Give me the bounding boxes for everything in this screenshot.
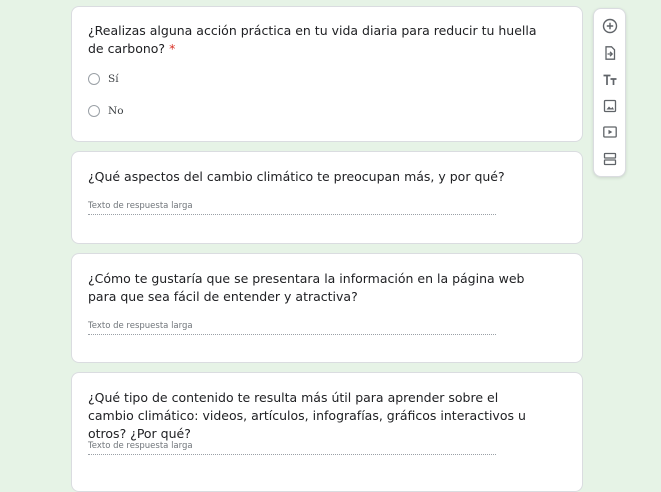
- question-card-climate-concerns[interactable]: ¿Qué aspectos del cambio climático te pr…: [71, 151, 583, 244]
- question-title: ¿Cómo te gustaría que se presentara la i…: [88, 271, 525, 304]
- long-answer-field[interactable]: Texto de respuesta larga: [88, 201, 496, 215]
- question-card-carbon-footprint[interactable]: ¿Realizas alguna acción práctica en tu v…: [71, 6, 583, 142]
- option-label: Sí: [108, 73, 119, 85]
- floating-toolbar: [593, 8, 626, 177]
- option-si[interactable]: Sí: [88, 71, 119, 87]
- option-no[interactable]: No: [88, 103, 124, 119]
- question-title: ¿Realizas alguna acción práctica en tu v…: [88, 23, 537, 56]
- long-answer-field[interactable]: Texto de respuesta larga: [88, 321, 496, 335]
- long-answer-field[interactable]: Texto de respuesta larga: [88, 441, 496, 455]
- question-card-web-presentation[interactable]: ¿Cómo te gustaría que se presentara la i…: [71, 253, 583, 363]
- question-card-content-type[interactable]: ¿Qué tipo de contenido te resulta más út…: [71, 372, 583, 492]
- radio-button[interactable]: [88, 105, 100, 117]
- radio-button[interactable]: [88, 73, 100, 85]
- option-label: No: [108, 105, 124, 117]
- add-video-icon[interactable]: [601, 123, 619, 141]
- add-title-icon[interactable]: [601, 71, 619, 89]
- add-question-icon[interactable]: [601, 17, 619, 35]
- question-title: ¿Qué tipo de contenido te resulta más út…: [88, 390, 526, 441]
- add-image-icon[interactable]: [601, 97, 619, 115]
- required-asterisk: *: [169, 41, 176, 56]
- import-questions-icon[interactable]: [601, 44, 619, 62]
- add-section-icon[interactable]: [601, 150, 619, 168]
- question-title: ¿Qué aspectos del cambio climático te pr…: [88, 169, 505, 184]
